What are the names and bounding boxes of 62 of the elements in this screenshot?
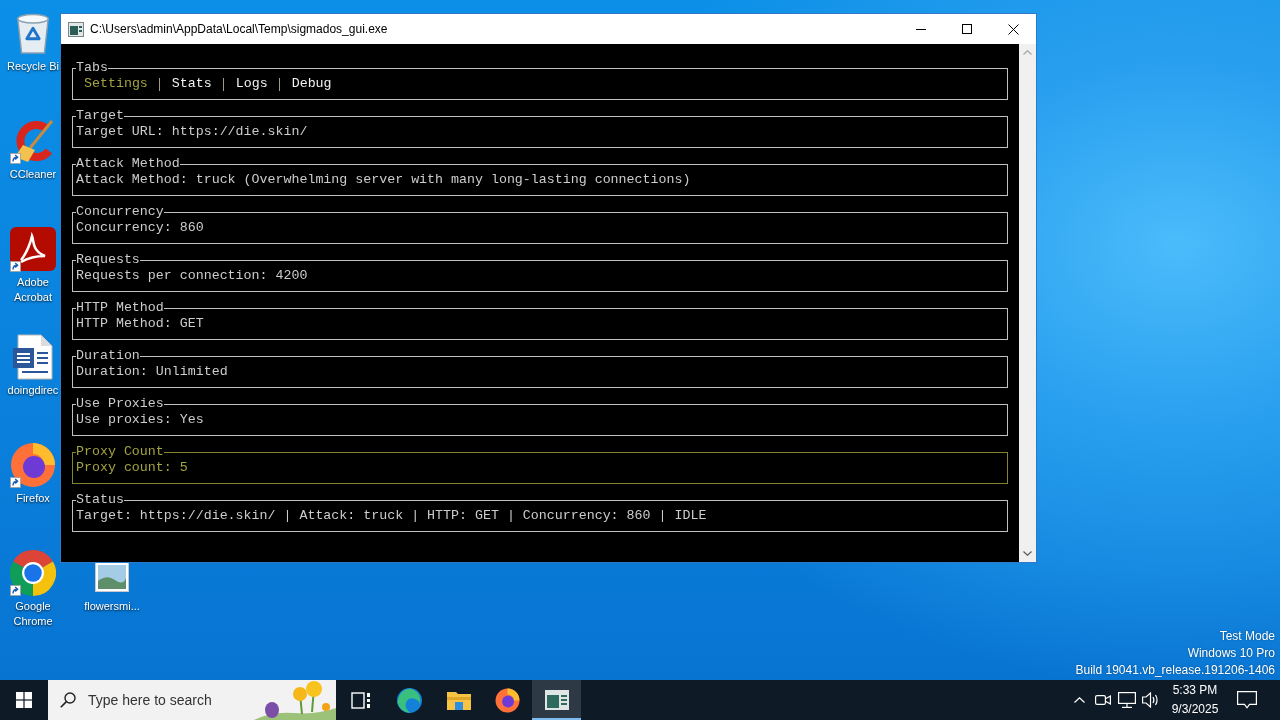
tab[interactable]: Stats xyxy=(171,76,212,92)
recycle-bin-icon[interactable] xyxy=(14,11,52,55)
panel-text: Use proxies: Yes xyxy=(76,412,204,428)
desktop-icon-label[interactable]: Google Chrome xyxy=(4,599,62,629)
desktop-icon-label[interactable]: Recycle Bi xyxy=(7,59,59,74)
panel-text: HTTP Method: GET xyxy=(76,316,204,332)
browser-logo-icon[interactable] xyxy=(10,550,56,596)
panel-title: Concurrency xyxy=(76,204,164,220)
close-icon[interactable] xyxy=(1007,23,1019,35)
desktop-icon-label[interactable]: doingdirec xyxy=(7,383,59,398)
desktop-icon-label[interactable]: CCleaner xyxy=(9,167,57,182)
console-window-icon[interactable] xyxy=(544,690,569,710)
windows-logo-icon[interactable] xyxy=(16,692,32,708)
system-notice-text: Windows 10 Pro xyxy=(1187,645,1275,662)
flowers-icon xyxy=(254,680,336,720)
panel-text: Target URL: https://die.skin/ xyxy=(76,124,308,140)
minimize-icon[interactable] xyxy=(916,28,926,30)
browser-logo-icon[interactable] xyxy=(10,442,56,488)
panel-title: Requests xyxy=(76,252,140,268)
tab[interactable]: Debug xyxy=(291,76,332,92)
volume-icon[interactable] xyxy=(1142,692,1160,708)
panel-title: Tabs xyxy=(76,60,108,76)
notification-icon[interactable] xyxy=(1237,691,1257,709)
scrollbar[interactable] xyxy=(1019,44,1036,562)
folder-icon[interactable] xyxy=(446,690,471,710)
search-icon[interactable] xyxy=(60,692,76,708)
network-icon[interactable] xyxy=(1118,692,1136,708)
desktop-icon-label[interactable]: Firefox xyxy=(16,491,50,506)
panel-text: Target: https://die.skin/ | Attack: truck | HTTP: GET | Concurrency: 860 | IDLE xyxy=(76,508,707,524)
panel-title: Use Proxies xyxy=(76,396,164,412)
panel-text: Proxy count: 5 xyxy=(76,460,188,476)
tab[interactable]: Logs xyxy=(235,76,268,92)
panel-title: Proxy Count xyxy=(76,444,164,460)
desktop-icon-label[interactable]: flowersmi... xyxy=(84,599,140,614)
pdf-logo-icon[interactable] xyxy=(10,227,56,271)
panel-text: Requests per connection: 4200 xyxy=(76,268,308,284)
chevron-up-icon[interactable] xyxy=(1073,697,1085,703)
browser-logo-icon[interactable] xyxy=(397,687,422,713)
desktop-icon-label[interactable]: Adobe Acrobat xyxy=(4,275,62,305)
panel-title: Duration xyxy=(76,348,140,364)
console-window-icon xyxy=(68,21,84,37)
panel-title: HTTP Method xyxy=(76,300,164,316)
tab[interactable]: Settings xyxy=(84,76,148,92)
browser-logo-icon[interactable] xyxy=(495,687,520,713)
system-notice-text: Test Mode xyxy=(1219,628,1275,645)
panel-title: Attack Method xyxy=(76,156,180,172)
document-icon[interactable] xyxy=(13,334,53,380)
camera-icon[interactable] xyxy=(1095,693,1111,707)
caret-down-icon[interactable] xyxy=(1023,551,1032,556)
panel-title: Status xyxy=(76,492,124,508)
panel-text: Attack Method: truck (Overwhelming server with many long-lasting connections) xyxy=(76,172,691,188)
search-field[interactable]: Type here to search xyxy=(48,680,336,720)
clock-button[interactable]: 5:33 PM 9/3/2025 xyxy=(1163,680,1227,720)
window-title: C:\Users\admin\AppData\Local\Temp\sigmados_gui.exe xyxy=(90,22,388,36)
image-file-icon[interactable] xyxy=(95,562,129,592)
taskbar-button[interactable] xyxy=(532,680,581,720)
task-view-icon[interactable] xyxy=(350,691,371,709)
maximize-icon[interactable] xyxy=(962,24,972,34)
panel-text: Duration: Unlimited xyxy=(76,364,228,380)
panel-title: Target xyxy=(76,108,124,124)
panel-text: Concurrency: 860 xyxy=(76,220,204,236)
system-notice-text: Build 19041.vb_release.191206-1406 xyxy=(1075,662,1275,679)
